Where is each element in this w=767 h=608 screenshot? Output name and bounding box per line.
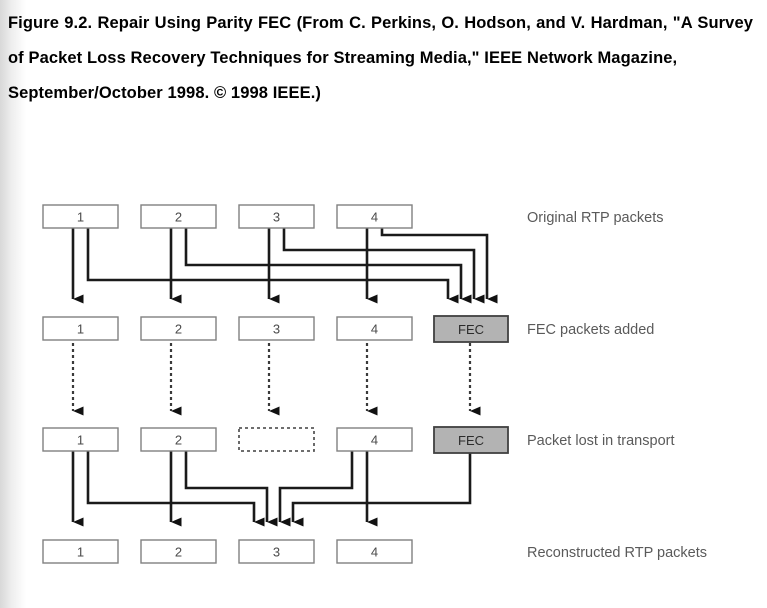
caption-line-3: Techniques for Streaming Media," IEEE Ne… [210, 49, 678, 67]
row-label-transport-loss: Packet lost in transport [527, 433, 675, 449]
fec-box-label: FEC [458, 433, 484, 448]
edge-parity-from-3 [282, 228, 485, 304]
packet-box-label: 4 [371, 545, 378, 560]
figure-caption: Figure 9.2. Repair Using Parity FEC (Fro… [8, 6, 753, 111]
edge-recon-from-4 [278, 451, 354, 527]
parity-fec-diagram: 1 2 3 4 Original RTP packets 1 2 3 4 FEC… [0, 176, 767, 596]
packet-box-label: 1 [77, 545, 84, 560]
lost-packet-box-3-3[interactable] [238, 427, 315, 452]
row-transport-loss: 1 2 4 FEC Packet lost in transport [42, 426, 675, 454]
packet-box-label: 2 [175, 210, 182, 225]
edges-transport [71, 343, 481, 416]
row-label-fec-added: FEC packets added [527, 322, 654, 338]
packet-box-label: 2 [175, 545, 182, 560]
fec-box-label: FEC [458, 322, 484, 337]
caption-line-4: September/October 1998. © 1998 IEEE.) [8, 84, 321, 102]
packet-box-label: 2 [175, 322, 182, 337]
packet-box-label: 4 [371, 322, 378, 337]
row-fec-added: 1 2 3 4 FEC FEC packets added [42, 315, 654, 343]
packet-box-label: 3 [273, 322, 280, 337]
row-original: 1 2 3 4 Original RTP packets [42, 204, 663, 229]
packet-box-label: 4 [371, 210, 378, 225]
edge-parity-from-4 [380, 228, 498, 304]
packet-box-label: 3 [273, 545, 280, 560]
packet-box-label: 1 [77, 433, 84, 448]
edge-parity-from-2 [184, 228, 472, 304]
edges-reconstruction [71, 451, 472, 527]
caption-line-1: Figure 9.2. Repair Using Parity FEC (Fro… [8, 14, 459, 32]
edge-recon-from-fec [291, 451, 472, 527]
edges-original-to-fecadded [71, 228, 498, 304]
row-label-reconstructed: Reconstructed RTP packets [527, 545, 707, 561]
packet-box-label: 1 [77, 210, 84, 225]
packet-box-label: 4 [371, 433, 378, 448]
packet-box-label: 2 [175, 433, 182, 448]
row-label-original: Original RTP packets [527, 210, 663, 226]
packet-box-label: 1 [77, 322, 84, 337]
row-reconstructed: 1 2 3 4 Reconstructed RTP packets [42, 539, 707, 564]
packet-box-label: 3 [273, 210, 280, 225]
